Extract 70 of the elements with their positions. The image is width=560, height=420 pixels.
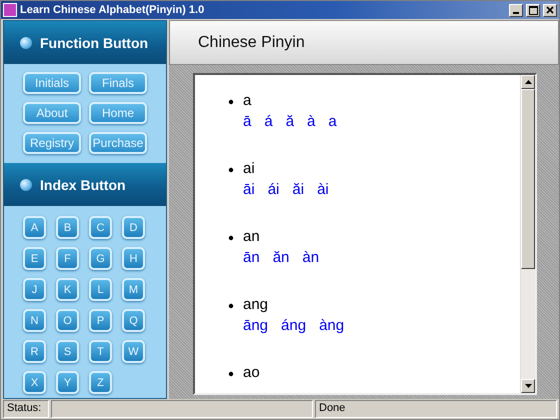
letter-button[interactable]: Q bbox=[122, 309, 145, 332]
function-button[interactable]: Initials bbox=[23, 72, 81, 94]
tone-link[interactable]: a bbox=[328, 111, 337, 133]
orb-icon bbox=[20, 36, 32, 48]
section-title: Index Button bbox=[40, 176, 126, 192]
bullet-icon bbox=[228, 371, 234, 377]
maximize-icon[interactable] bbox=[526, 4, 540, 16]
letter-button[interactable]: X bbox=[23, 371, 46, 394]
letter-button[interactable]: R bbox=[23, 340, 46, 363]
letter-button[interactable]: D bbox=[122, 216, 145, 239]
tone-link[interactable]: ān bbox=[243, 247, 260, 269]
letter-button[interactable]: K bbox=[56, 278, 79, 301]
bullet-icon bbox=[228, 235, 234, 241]
orb-icon bbox=[20, 178, 32, 190]
scrollbar[interactable] bbox=[520, 75, 535, 393]
bullet-icon bbox=[228, 167, 234, 173]
letter-button[interactable]: M bbox=[122, 278, 145, 301]
letter-button[interactable]: C bbox=[89, 216, 112, 239]
letter-button[interactable]: Y bbox=[56, 371, 79, 394]
tone-link[interactable]: ă bbox=[286, 111, 294, 133]
section-title: Function Button bbox=[40, 34, 148, 50]
function-button[interactable]: Registry bbox=[23, 132, 81, 154]
function-button[interactable]: Finals bbox=[89, 72, 147, 94]
bullet-icon bbox=[228, 99, 234, 105]
syllable: an bbox=[243, 227, 261, 247]
letter-button[interactable]: E bbox=[23, 247, 46, 270]
letter-button[interactable]: L bbox=[89, 278, 112, 301]
letter-button[interactable]: G bbox=[89, 247, 112, 270]
tone-link[interactable]: áng bbox=[281, 315, 306, 337]
letter-button[interactable]: F bbox=[56, 247, 79, 270]
function-button[interactable]: Home bbox=[89, 102, 147, 124]
letter-button[interactable]: P bbox=[89, 309, 112, 332]
minimize-icon[interactable] bbox=[509, 4, 523, 16]
window-title: Learn Chinese Alphabet(Pinyin) 1.0 bbox=[20, 4, 206, 16]
letter-button[interactable]: N bbox=[23, 309, 46, 332]
content-title: Chinese Pinyin bbox=[198, 34, 305, 52]
syllable: ao bbox=[243, 363, 260, 383]
function-button[interactable]: Purchase bbox=[89, 132, 147, 154]
close-icon[interactable] bbox=[543, 4, 557, 16]
syllable: a bbox=[243, 91, 252, 111]
tone-link[interactable]: ăi bbox=[292, 179, 304, 201]
status-message: Done bbox=[315, 400, 557, 418]
scroll-up-icon[interactable] bbox=[521, 75, 535, 89]
syllable: ai bbox=[243, 159, 256, 179]
app-icon bbox=[3, 3, 17, 17]
tone-link[interactable]: ài bbox=[317, 179, 329, 201]
bullet-icon bbox=[228, 303, 234, 309]
tone-link[interactable]: ái bbox=[268, 179, 280, 201]
function-button[interactable]: About bbox=[23, 102, 81, 124]
status-label: Status: bbox=[3, 400, 49, 418]
letter-button[interactable]: H bbox=[122, 247, 145, 270]
scroll-down-icon[interactable] bbox=[521, 379, 535, 393]
tone-link[interactable]: à bbox=[307, 111, 316, 133]
scroll-thumb[interactable] bbox=[521, 89, 535, 269]
letter-button[interactable]: B bbox=[56, 216, 79, 239]
tone-link[interactable]: āi bbox=[243, 179, 255, 201]
tone-link[interactable]: ăn bbox=[272, 247, 290, 269]
letter-button[interactable]: S bbox=[56, 340, 79, 363]
tone-link[interactable]: àng bbox=[319, 315, 344, 337]
tone-link[interactable]: āng bbox=[243, 315, 268, 337]
letter-button[interactable]: J bbox=[23, 278, 46, 301]
letter-button[interactable]: W bbox=[122, 340, 145, 363]
tone-link[interactable]: á bbox=[264, 111, 273, 133]
tone-link[interactable]: àn bbox=[302, 247, 320, 269]
tone-link[interactable]: ā bbox=[243, 111, 252, 133]
syllable: ang bbox=[243, 295, 270, 315]
letter-button[interactable]: T bbox=[89, 340, 112, 363]
letter-button[interactable]: A bbox=[23, 216, 46, 239]
letter-button[interactable]: Z bbox=[89, 371, 112, 394]
letter-button[interactable]: O bbox=[56, 309, 79, 332]
